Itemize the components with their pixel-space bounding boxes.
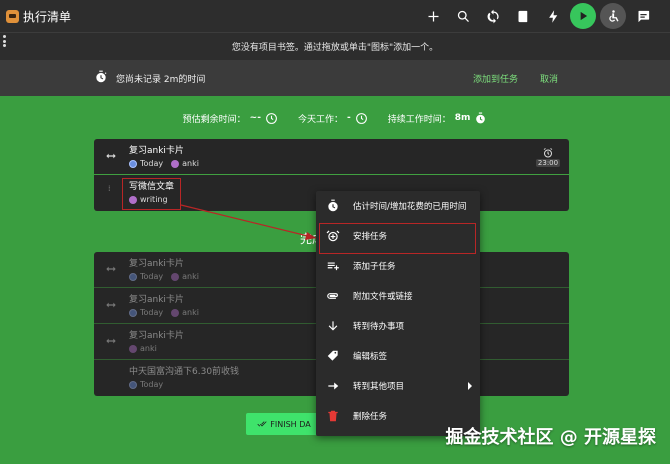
continuous-work-value: 8m [454,113,471,123]
menu-item-edit-tags[interactable]: 编辑标签 [316,341,480,371]
watermark-text: 掘金技术社区 @ 开源星探 [445,427,656,448]
repeat-icon [106,266,116,272]
annotation-highlight-task [122,178,181,210]
app-brand[interactable]: 执行清单 [6,6,71,26]
tag-edit-icon [326,349,340,363]
submenu-arrow-icon [468,382,472,390]
untracked-time-banner: 您尚未记录 2m的时间 添加到任务 取消 [0,60,670,96]
today-work-stat: 今天工作： - [298,112,368,125]
tag-color-dot [171,308,180,317]
forward-icon [326,379,340,393]
tag-today[interactable]: Today [129,308,163,317]
untracked-time-message: 您尚未记录 2m的时间 [116,75,206,85]
attachment-icon [326,289,340,303]
add-task-button[interactable] [418,2,448,30]
play-button[interactable] [570,3,596,29]
chat-icon [638,10,649,22]
tag-today[interactable]: Today [129,380,163,389]
playlist-add-icon [326,259,340,273]
tag-today[interactable]: Today [129,159,163,168]
tiger-logo-icon [6,9,19,23]
sun-icon [129,308,137,317]
delete-icon [326,409,340,423]
task-tags: Today [129,380,163,389]
sync-icon [487,9,499,23]
alarm-icon [543,148,553,158]
task-title: 复习anki卡片 [129,295,184,305]
tag-anki[interactable]: anki [129,344,157,353]
continuous-work-stat: 持续工作时间： 8m [388,112,488,125]
menu-item-attach[interactable]: 附加文件或链接 [316,281,480,311]
task-title: 复习anki卡片 [129,259,184,269]
app-title: 执行清单 [23,9,72,24]
work-stats: 预估剩余时间： ~- 今天工作： - 持续工作时间： 8m [0,108,670,128]
clock-icon [266,112,277,124]
task-tags: Today anki [129,159,199,168]
chat-button[interactable] [628,2,658,30]
sync-button[interactable] [478,2,508,30]
task-tags: Today anki [129,272,199,281]
bolt-icon [548,9,557,23]
sun-icon [129,380,137,389]
add-to-task-button[interactable]: 添加到任务 [473,72,518,85]
stopwatch-icon [326,199,340,213]
arrow-down-icon [326,319,340,333]
bookmark-bar: 您没有项目书签。通过拖放或单击"图标"添加一个。 [0,32,670,60]
menu-item-add-subtask[interactable]: 添加子任务 [316,251,480,281]
scheduled-time[interactable]: 23:00 [535,147,561,167]
double-check-icon [257,421,267,427]
toolbar-actions [418,2,658,30]
estimate-value: ~- [249,113,261,123]
task-tags: anki [129,344,157,353]
search-icon [457,10,469,22]
task-row[interactable]: 复习anki卡片 Today anki 23:00 [94,139,569,175]
sun-icon [129,159,137,168]
continuous-work-label: 持续工作时间： [387,114,451,125]
menu-item-estimate-time[interactable]: 估计时间/增加花费的已用时间 [316,191,480,221]
book-icon [518,10,527,22]
task-title: 复习anki卡片 [129,331,184,341]
task-tags: Today anki [129,308,199,317]
clock-icon [355,112,367,124]
estimate-stat: 预估剩余时间： ~- [183,112,278,125]
zen-mode-button[interactable] [600,3,626,29]
tag-color-dot [129,344,137,353]
finish-day-button[interactable]: FINISH DA [246,413,322,435]
notes-button[interactable] [508,2,538,30]
play-icon [580,11,588,21]
drag-handle-icon[interactable]: ⁞ [108,185,114,197]
today-work-value: - [346,113,351,123]
task-title: 中天国富沟通下6.30前收钱 [129,367,240,377]
repeat-icon [106,338,116,344]
repeat-icon [106,302,116,308]
top-app-bar: 执行清单 [0,0,670,32]
stopwatch-icon [476,112,486,123]
finish-day-label: FINISH DA [270,419,311,429]
search-button[interactable] [448,2,478,30]
cancel-button[interactable]: 取消 [540,72,558,85]
tag-color-dot [171,159,180,168]
menu-item-move-to-project[interactable]: 转到其他项目 [316,371,480,401]
tag-color-dot [171,272,180,281]
menu-item-move-to-backlog[interactable]: 转到待办事项 [316,311,480,341]
annotation-highlight-menu-item [319,223,476,254]
repeat-icon [106,153,116,159]
tag-anki[interactable]: anki [171,159,199,168]
accessible-icon [608,9,618,22]
bookmark-empty-message: 您没有项目书签。通过拖放或单击"图标"添加一个。 [231,43,439,53]
focus-mode-button[interactable] [538,2,568,30]
alarm-time: 23:00 [535,159,561,167]
task-title: 复习anki卡片 [129,146,184,156]
plus-icon [428,11,438,21]
tag-today[interactable]: Today [129,272,163,281]
tag-anki[interactable]: anki [171,308,199,317]
sun-icon [129,272,137,281]
tag-anki[interactable]: anki [171,272,199,281]
stopwatch-icon [96,70,107,83]
estimate-label: 预估剩余时间： [182,114,246,125]
today-work-label: 今天工作： [297,114,343,125]
